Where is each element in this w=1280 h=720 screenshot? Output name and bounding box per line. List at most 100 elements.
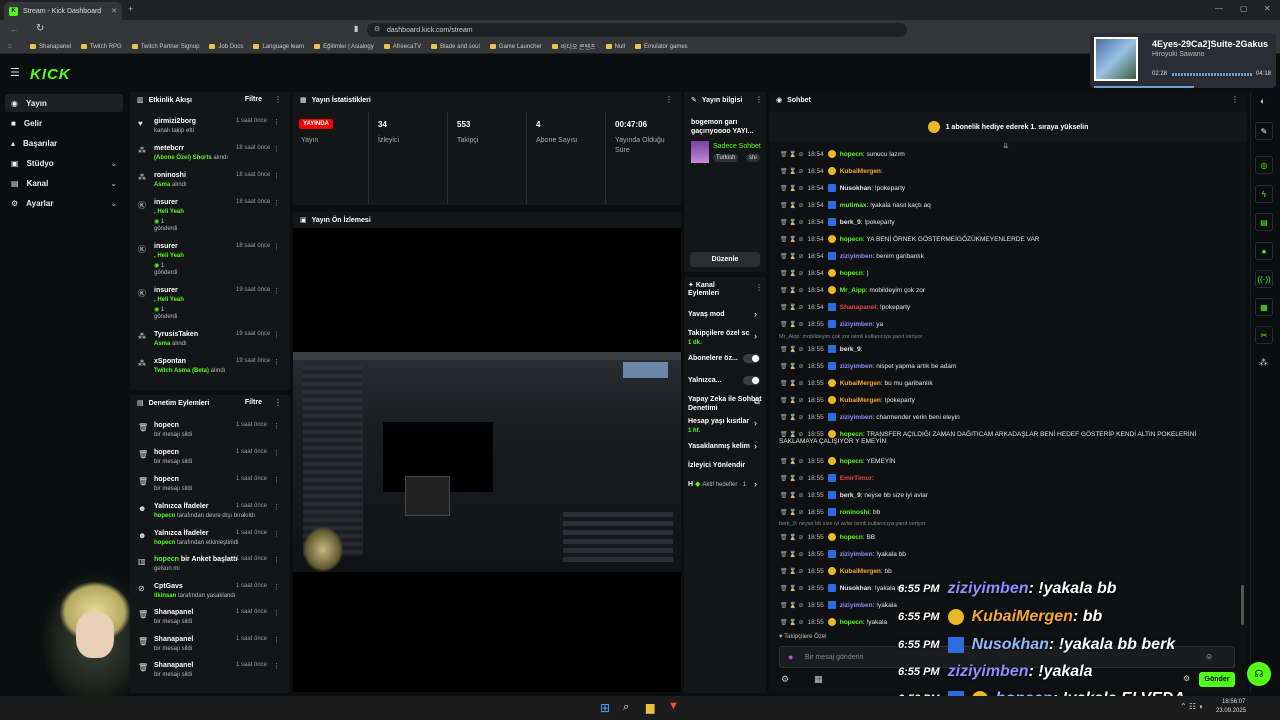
mod-action-icons[interactable]: 🗑 ⌛ ⊘ — [780, 151, 803, 158]
back-icon[interactable]: ← — [10, 24, 19, 34]
action-raid[interactable]: İzleyici Yönlendir — [688, 461, 764, 470]
mod-action-icons[interactable]: 🗑 ⌛ ⊘ — [780, 509, 803, 516]
action-slow-mode[interactable]: Yavaş mod — [688, 310, 764, 319]
bookmark-item[interactable]: Language learn — [253, 44, 304, 50]
mod-action-icons[interactable]: 🗑 ⌛ ⊘ — [780, 492, 803, 499]
more-options-icon[interactable]: ⋮ — [273, 449, 280, 457]
more-options-icon[interactable]: ⋮ — [273, 199, 280, 207]
chat-message[interactable]: 🗑 ⌛ ⊘ 18:54 Nusokhan: !pokeparty — [780, 184, 1240, 192]
chat-username[interactable]: hopecn — [840, 619, 863, 626]
folder-icon[interactable]: ▆ — [646, 701, 654, 714]
hamburger-menu-icon[interactable]: ☰ — [10, 66, 20, 79]
category-name[interactable]: Sadece Sohbet — [713, 143, 761, 150]
filter-button[interactable]: Filtre — [245, 96, 262, 103]
chat-username[interactable]: Mr_Aipp — [840, 287, 866, 294]
chat-message[interactable]: 🗑 ⌛ ⊘ 18:55 hopecn: YEMEYİN — [780, 457, 1240, 465]
chat-message[interactable]: 🗑 ⌛ ⊘ 18:55 berk_9: — [780, 345, 1240, 353]
tool-button[interactable]: ((·)) — [1255, 270, 1273, 288]
edit-button[interactable]: Düzenle — [690, 252, 760, 267]
tool-button[interactable]: ▦ — [1255, 298, 1273, 316]
chat-username[interactable]: Shanapanel — [840, 304, 876, 311]
more-options-icon[interactable]: ⋮ — [273, 662, 280, 670]
more-options-icon[interactable]: ⋮ — [273, 358, 280, 366]
mod-action-icons[interactable]: 🗑 ⌛ ⊘ — [780, 380, 803, 387]
mic-icon[interactable]: ● — [788, 652, 793, 662]
mod-action-icons[interactable]: 🗑 ⌛ ⊘ — [780, 168, 803, 175]
mod-action-icons[interactable]: 🗑 ⌛ ⊘ — [780, 270, 803, 277]
mod-action-icons[interactable]: 🗑 ⌛ ⊘ — [780, 475, 803, 482]
mod-action-icons[interactable]: 🗑 ⌛ ⊘ — [780, 431, 803, 438]
mod-action-icons[interactable]: 🗑 ⌛ ⊘ — [780, 619, 803, 626]
chat-message[interactable]: 🗑 ⌛ ⊘ 18:54 Mr_Aipp: mobildeyim çok zor — [780, 286, 1240, 294]
more-options-icon[interactable]: ⋮ — [1231, 95, 1239, 104]
pin-icon[interactable]: ⇊ — [1003, 142, 1009, 150]
chevron-right-icon[interactable]: › — [754, 441, 757, 451]
chat-username[interactable]: ziziyimben — [840, 321, 873, 328]
sidebar-item-kanal[interactable]: ▤ Kanal ⌄ — [5, 174, 123, 192]
chat-username[interactable]: hopecn — [840, 431, 863, 438]
store-icon[interactable]: ▦ — [814, 674, 823, 685]
chat-username[interactable]: hopecn — [840, 151, 863, 158]
chat-message[interactable]: 🗑 ⌛ ⊘ 18:55 ziziyimben: ya — [780, 320, 1240, 328]
chat-message[interactable]: 🗑 ⌛ ⊘ 18:55 KubaiMergen: !pokeparty — [780, 396, 1240, 404]
bookmark-item[interactable]: AfreecaTV — [384, 44, 421, 50]
action-banned-words[interactable]: Yasaklanmış kelim — [688, 442, 764, 451]
chat-message[interactable]: 🗑 ⌛ ⊘ 18:54 ziziyimben: benim garibanlık — [780, 252, 1240, 260]
sidebar-item-studyo[interactable]: ▣ Stüdyo ⌄ — [5, 154, 123, 172]
chat-message[interactable]: 🗑 ⌛ ⊘ 18:54 KubaiMergen: — [780, 167, 1240, 175]
browser-tab[interactable]: K Stream - Kick Dashboard ✕ — [4, 2, 122, 20]
emotes-only-toggle[interactable] — [743, 376, 760, 385]
chat-username[interactable]: ziziyimben — [840, 414, 873, 421]
sidebar-item-gelir[interactable]: ■ Gelir — [5, 114, 123, 132]
more-options-icon[interactable]: ⋮ — [273, 287, 280, 295]
chat-username[interactable]: hopecn — [840, 270, 863, 277]
more-options-icon[interactable]: ⋮ — [273, 609, 280, 617]
media-player-popup[interactable]: 4Eyes-29Ca2]Suite-2Gakus Hiroyuki Sawano… — [1090, 33, 1276, 88]
chat-username[interactable]: KubaiMergen — [840, 380, 881, 387]
apps-icon[interactable]: ⁝⁝ — [8, 43, 12, 50]
chat-username[interactable]: hopecn — [840, 534, 863, 541]
mod-action-icons[interactable]: 🗑 ⌛ ⊘ — [780, 585, 803, 592]
chat-username[interactable]: berk_9 — [840, 492, 861, 499]
mod-action-icons[interactable]: 🗑 ⌛ ⊘ — [780, 321, 803, 328]
more-options-icon[interactable]: ⋮ — [273, 583, 280, 591]
close-window-icon[interactable]: ✕ — [1264, 4, 1271, 13]
more-options-icon[interactable]: ⋮ — [273, 556, 280, 564]
bookmark-item[interactable]: Eğitimler | Asialogy — [314, 44, 374, 50]
mod-action-icons[interactable]: 🗑 ⌛ ⊘ — [780, 363, 803, 370]
send-button[interactable]: Gönder — [1199, 672, 1235, 687]
chevron-right-icon[interactable]: › — [754, 479, 757, 489]
bookmark-item[interactable]: 바디오 콘텐츠 — [552, 42, 596, 51]
support-button[interactable]: ☊ — [1247, 662, 1271, 686]
bookmark-icon[interactable]: ▮ — [354, 24, 358, 33]
minimize-icon[interactable]: — — [1215, 4, 1223, 13]
external-link-icon[interactable]: ⧉ — [754, 397, 760, 407]
chat-username[interactable]: ziziyimben — [840, 363, 873, 370]
chat-message[interactable]: 🗑 ⌛ ⊘ 18:55 hopecn: BB — [780, 533, 1240, 541]
action-account-age[interactable]: Hesap yaşı kısıtlar 1 hf. — [688, 417, 764, 436]
action-followers-only[interactable]: Takipçilere özel sc 1 dk. — [688, 329, 764, 348]
chat-message[interactable]: 🗑 ⌛ ⊘ 18:55 ziziyimben: !yakala bb — [780, 550, 1240, 558]
tool-button[interactable]: ◎ — [1255, 156, 1273, 174]
waveform[interactable] — [1172, 73, 1252, 76]
bookmark-item[interactable]: Twitch Partner Signup — [132, 44, 200, 50]
tool-button[interactable]: ✂ — [1255, 326, 1273, 344]
chat-username[interactable]: mutimax — [840, 202, 867, 209]
mod-action-icons[interactable]: 🗑 ⌛ ⊘ — [780, 346, 803, 353]
chat-message[interactable]: 🗑 ⌛ ⊘ 18:54 berk_9: !pokeparty — [780, 218, 1240, 226]
new-tab-icon[interactable]: + — [128, 4, 133, 14]
mod-action-icons[interactable]: 🗑 ⌛ ⊘ — [780, 185, 803, 192]
chat-message[interactable]: 🗑 ⌛ ⊘ 18:54 Shanapanel: !pokeparty — [780, 303, 1240, 311]
mod-action-icons[interactable]: 🗑 ⌛ ⊘ — [780, 568, 803, 575]
chat-message[interactable]: 🗑 ⌛ ⊘ 18:55 KubaiMergen: bu mu garibanlık — [780, 379, 1240, 387]
gift-leaderboard-banner[interactable]: 1 abonelik hediye ederek 1. sıraya yükse… — [769, 112, 1247, 142]
chat-message[interactable]: 🗑 ⌛ ⊘ 18:55 hopecn: TRANSFER AÇILDIĞI ZAMA… — [780, 430, 1240, 438]
chat-username[interactable]: KubaiMergen — [840, 397, 881, 404]
url-bar[interactable]: ⚙ dashboard.kick.com/stream — [367, 23, 907, 37]
search-icon[interactable]: ⌕ — [623, 701, 629, 714]
chat-username[interactable]: hopecn — [840, 458, 863, 465]
chat-message[interactable]: 🗑 ⌛ ⊘ 18:55 KubaiMergen: bb — [780, 567, 1240, 575]
chat-message[interactable]: 🗑 ⌛ ⊘ 18:55 roninoshi: bb — [780, 508, 1240, 516]
mod-action-icons[interactable]: 🗑 ⌛ ⊘ — [780, 458, 803, 465]
chat-message[interactable]: 🗑 ⌛ ⊘ 18:55 berk_9: neyse bb size iyi avla… — [780, 491, 1240, 499]
